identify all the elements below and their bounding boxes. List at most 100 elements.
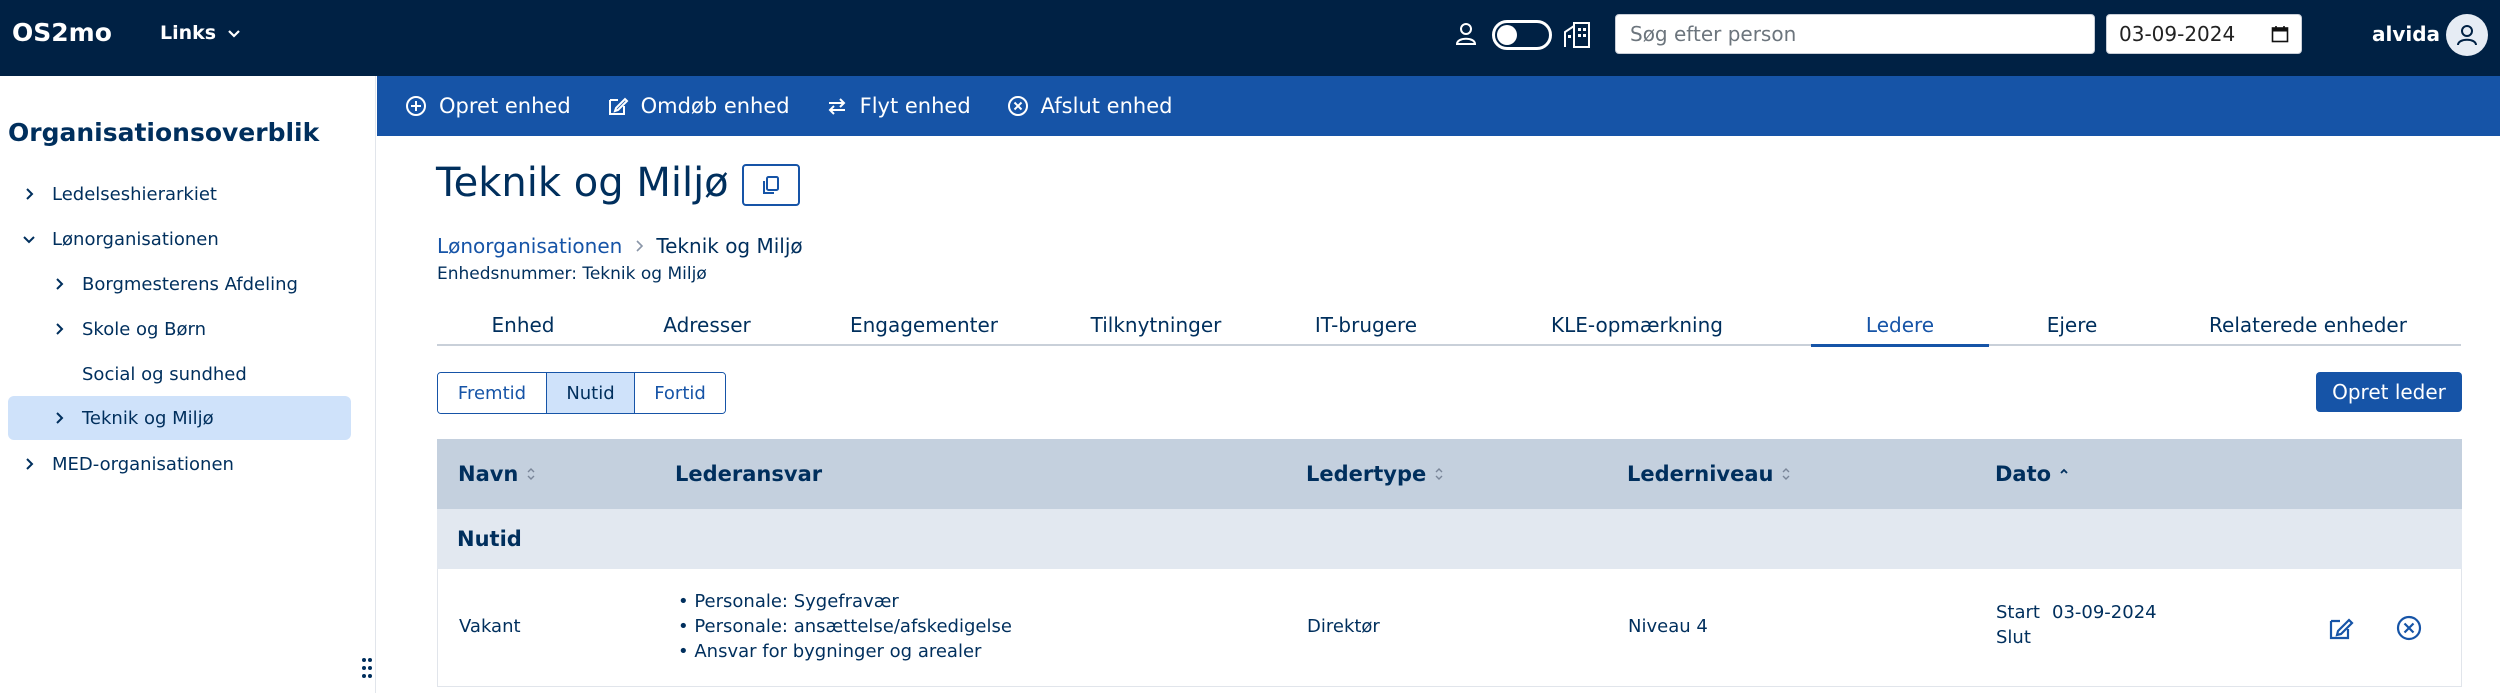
person-search-input[interactable] <box>1615 14 2095 54</box>
column-header-lederniveau[interactable]: Lederniveau <box>1627 462 1791 486</box>
tab-it-brugere[interactable]: IT-brugere <box>1269 306 1463 346</box>
copy-button[interactable] <box>742 164 800 206</box>
action-label: Opret enhed <box>439 94 571 118</box>
calendar-icon[interactable] <box>2271 25 2289 43</box>
column-header-navn[interactable]: Navn <box>458 462 536 486</box>
page-title: Teknik og Miljø <box>436 160 729 206</box>
tree-item-label: MED-organisationen <box>52 453 234 475</box>
filter-fremtid[interactable]: Fremtid <box>438 373 547 413</box>
filter-fortid[interactable]: Fortid <box>635 373 725 413</box>
date-picker[interactable]: 03-09-2024 <box>2106 14 2302 54</box>
terminate-unit-button[interactable]: Afslut enhed <box>1007 94 1173 118</box>
tab-relaterede-enheder[interactable]: Relaterede enheder <box>2155 306 2461 346</box>
tab-engagementer[interactable]: Engagementer <box>805 306 1043 346</box>
chevron-right-icon[interactable] <box>22 187 36 201</box>
sidebar: Organisationsoverblik Ledelseshierarkiet… <box>0 76 376 693</box>
tab-bar: Enhed Adresser Engagementer Tilknytninge… <box>437 306 2461 347</box>
top-navbar: OS2mo Links 03-09-2024 alvida <box>0 0 2500 76</box>
sort-icon <box>1782 468 1790 480</box>
cell-manager-level: Niveau 4 <box>1628 616 1708 637</box>
unit-number: Enhedsnummer: Teknik og Miljø <box>437 264 707 284</box>
user-avatar-icon <box>2457 25 2477 46</box>
create-manager-button[interactable]: Opret leder <box>2316 372 2462 412</box>
tree-item-borgmesterens-afdeling[interactable]: Borgmesterens Afdeling <box>52 262 298 306</box>
sort-icon <box>527 468 535 480</box>
column-label: Lederniveau <box>1627 462 1774 486</box>
tab-kle-opmaerkning[interactable]: KLE-opmærkning <box>1463 306 1811 346</box>
column-header-ledertype[interactable]: Ledertype <box>1306 462 1444 486</box>
avatar[interactable] <box>2446 14 2488 56</box>
drag-handle-icon[interactable] <box>360 654 374 682</box>
breadcrumb: Lønorganisationen Teknik og Miljø <box>437 234 803 258</box>
toggle-knob <box>1497 25 1517 45</box>
tab-adresser[interactable]: Adresser <box>609 306 805 346</box>
tree-item-label: Lønorganisationen <box>52 228 219 250</box>
links-menu-button[interactable]: Links <box>160 22 242 44</box>
edit-row-button[interactable] <box>2324 611 2358 645</box>
chevron-right-icon[interactable] <box>52 322 66 336</box>
chevron-right-icon <box>636 240 644 252</box>
tree-item-label: Borgmesterens Afdeling <box>82 273 298 295</box>
cell-responsibilities: Personale: Sygefravær Personale: ansætte… <box>678 589 1012 664</box>
tab-ledere[interactable]: Ledere <box>1811 306 1989 347</box>
cell-name: Vakant <box>459 616 521 637</box>
edit-icon <box>608 97 629 115</box>
column-label: Lederansvar <box>675 462 823 486</box>
sort-icon <box>1435 468 1443 480</box>
column-header-lederansvar: Lederansvar <box>675 462 822 486</box>
cell-manager-type: Direktør <box>1307 616 1380 637</box>
move-unit-button[interactable]: Flyt enhed <box>826 94 971 118</box>
building-icon[interactable] <box>1562 20 1592 50</box>
edit-icon <box>2329 618 2354 640</box>
chevron-down-icon[interactable] <box>22 232 36 246</box>
filter-nutid[interactable]: Nutid <box>547 373 635 413</box>
x-circle-icon <box>1007 96 1028 116</box>
action-label: Afslut enhed <box>1040 94 1173 118</box>
tab-ejere[interactable]: Ejere <box>1989 306 2155 346</box>
user-name[interactable]: alvida <box>2372 22 2440 46</box>
tree-item-med-organisationen[interactable]: MED-organisationen <box>22 442 234 486</box>
chevron-right-icon[interactable] <box>52 277 66 291</box>
start-value: 03-09-2024 <box>2052 602 2157 623</box>
responsibility-item: Personale: ansættelse/afskedigelse <box>678 614 1012 639</box>
links-label: Links <box>160 22 217 44</box>
tree-item-ledelseshierarkiet[interactable]: Ledelseshierarkiet <box>22 172 217 216</box>
sidebar-title: Organisationsoverblik <box>8 118 320 147</box>
breadcrumb-link[interactable]: Lønorganisationen <box>437 234 622 258</box>
tree-item-label: Ledelseshierarkiet <box>52 183 217 205</box>
end-value <box>2052 627 2157 648</box>
group-label: Nutid <box>457 527 522 551</box>
terminate-row-button[interactable] <box>2392 611 2426 645</box>
column-header-dato[interactable]: Dato <box>1995 462 2069 486</box>
brand-logo[interactable]: OS2mo <box>12 18 112 47</box>
sort-ascending-icon <box>2060 468 2068 474</box>
table-group-row: Nutid <box>437 509 2462 569</box>
cell-dates: Start 03-09-2024 Slut <box>1996 602 2157 648</box>
tree-item-social-og-sundhed[interactable]: Social og sundhed <box>82 352 247 396</box>
tree-item-lonorganisationen[interactable]: Lønorganisationen <box>22 217 219 261</box>
tree-item-label: Teknik og Miljø <box>82 407 214 429</box>
managers-table: Navn Lederansvar Ledertype Lederniveau D… <box>437 439 2462 687</box>
chevron-right-icon[interactable] <box>22 457 36 471</box>
table-header: Navn Lederansvar Ledertype Lederniveau D… <box>437 439 2462 509</box>
breadcrumb-current: Teknik og Miljø <box>656 234 803 258</box>
person-icon[interactable] <box>1452 20 1480 48</box>
action-label: Omdøb enhed <box>640 94 790 118</box>
column-label: Dato <box>1995 462 2052 486</box>
tree-item-label: Social og sundhed <box>82 363 247 385</box>
responsibility-item: Ansvar for bygninger og arealer <box>678 639 1012 664</box>
column-label: Navn <box>458 462 519 486</box>
person-unit-toggle[interactable] <box>1492 20 1552 50</box>
tree-item-skole-og-born[interactable]: Skole og Børn <box>52 307 206 351</box>
tree-item-teknik-og-miljo[interactable]: Teknik og Miljø <box>8 396 351 440</box>
x-circle-icon <box>2396 615 2422 641</box>
start-label: Start <box>1996 602 2040 623</box>
rename-unit-button[interactable]: Omdøb enhed <box>607 94 790 118</box>
tab-tilknytninger[interactable]: Tilknytninger <box>1043 306 1269 346</box>
responsibility-item: Personale: Sygefravær <box>678 589 1012 614</box>
tab-enhed[interactable]: Enhed <box>437 306 609 346</box>
copy-icon <box>763 176 779 194</box>
chevron-right-icon[interactable] <box>52 411 66 425</box>
tree-item-label: Skole og Børn <box>82 318 207 340</box>
create-unit-button[interactable]: Opret enhed <box>405 94 571 118</box>
